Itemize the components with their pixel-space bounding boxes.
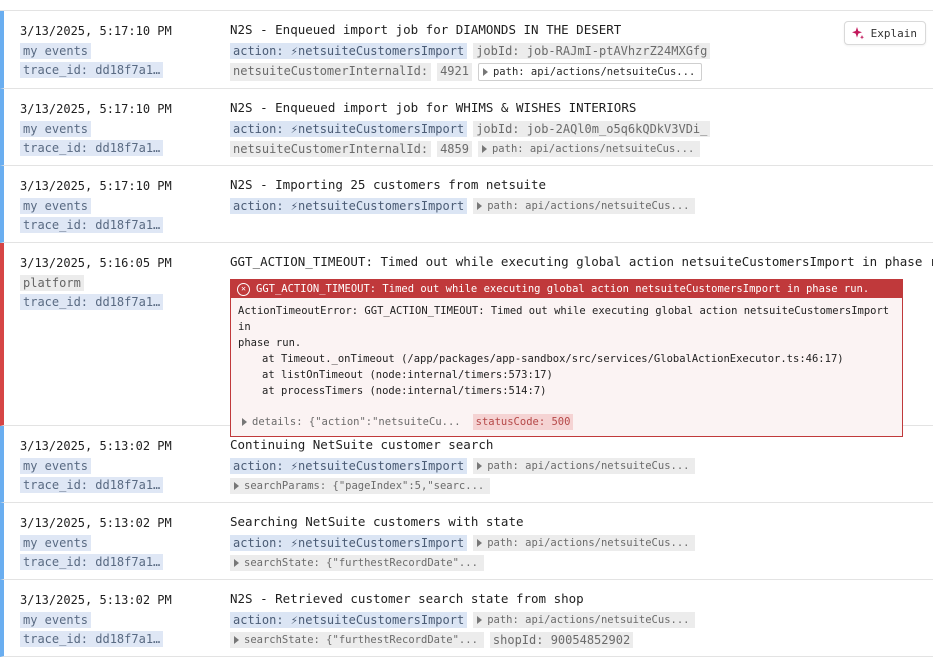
log-meta: 3/13/2025, 5:17:10 PM my events trace_id…	[20, 100, 220, 156]
log-message: N2S - Retrieved customer search state fr…	[230, 591, 584, 606]
explain-label: Explain	[870, 26, 917, 40]
log-timestamp: 3/13/2025, 5:13:02 PM	[20, 516, 172, 530]
trace-id-badge[interactable]: trace_id: dd18f7a1…	[20, 140, 164, 156]
log-list: 3/13/2025, 5:17:10 PM my events trace_id…	[0, 11, 933, 657]
customer-internal-id-value[interactable]: 4921	[437, 63, 472, 81]
error-panel: ✕ GGT_ACTION_TIMEOUT: Timed out while ex…	[230, 279, 903, 437]
stack-frame: at listOnTimeout (node:internal/timers:5…	[262, 369, 553, 381]
error-title: GGT_ACTION_TIMEOUT: Timed out while exec…	[256, 283, 870, 295]
action-chip[interactable]: action: ⚡netsuiteCustomersImport	[230, 121, 468, 137]
log-meta: 3/13/2025, 5:13:02 PM my events trace_id…	[20, 437, 220, 493]
log-timestamp: 3/13/2025, 5:16:05 PM	[20, 256, 172, 270]
caret-right-icon	[481, 145, 487, 153]
customer-internal-id-chip[interactable]: netsuiteCustomerInternalId:	[230, 63, 432, 81]
source-badge[interactable]: my events	[20, 535, 92, 551]
log-row[interactable]: 3/13/2025, 5:17:10 PM my events trace_id…	[0, 89, 933, 166]
log-message: N2S - Importing 25 customers from netsui…	[230, 177, 547, 192]
error-body: ActionTimeoutError: GGT_ACTION_TIMEOUT: …	[231, 298, 902, 402]
log-timestamp: 3/13/2025, 5:13:02 PM	[20, 439, 172, 453]
log-meta: 3/13/2025, 5:13:02 PM my events trace_id…	[20, 514, 220, 570]
sparkle-icon	[851, 26, 865, 40]
search-state-expander[interactable]: searchState: {"furthestRecordDate"...	[230, 555, 484, 571]
caret-right-icon	[482, 68, 488, 76]
log-message: N2S - Enqueued import job for DIAMONDS I…	[230, 22, 622, 37]
source-badge[interactable]: my events	[20, 43, 92, 59]
action-chip[interactable]: action: ⚡netsuiteCustomersImport	[230, 43, 468, 59]
log-meta: 3/13/2025, 5:17:10 PM my events trace_id…	[20, 22, 220, 78]
log-row[interactable]: 3/13/2025, 5:13:02 PM my events trace_id…	[0, 580, 933, 657]
log-row[interactable]: 3/13/2025, 5:13:02 PM my events trace_id…	[0, 426, 933, 503]
source-badge[interactable]: platform	[20, 275, 84, 291]
log-meta: 3/13/2025, 5:17:10 PM my events trace_id…	[20, 177, 220, 233]
search-state-label: searchState: {"furthestRecordDate"...	[244, 634, 478, 646]
action-chip[interactable]: action: ⚡netsuiteCustomersImport	[230, 535, 468, 551]
caret-right-icon	[477, 202, 483, 210]
path-label: path: api/actions/netsuiteCus...	[487, 460, 690, 472]
path-expander[interactable]: path: api/actions/netsuiteCus...	[473, 458, 696, 474]
path-expander[interactable]: path: api/actions/netsuiteCus...	[473, 535, 696, 551]
path-expander[interactable]: path: api/actions/netsuiteCus...	[473, 198, 696, 214]
caret-right-icon	[234, 559, 239, 567]
caret-right-icon	[234, 636, 239, 644]
explain-button[interactable]: Explain	[843, 21, 926, 45]
log-message: Searching NetSuite customers with state	[230, 514, 524, 529]
action-chip[interactable]: action: ⚡netsuiteCustomersImport	[230, 612, 468, 628]
caret-right-icon	[477, 539, 483, 547]
trace-id-badge[interactable]: trace_id: dd18f7a1…	[20, 631, 164, 647]
path-expander[interactable]: path: api/actions/netsuiteCus...	[473, 612, 696, 628]
customer-internal-id-chip[interactable]: netsuiteCustomerInternalId:	[230, 141, 432, 157]
path-label: path: api/actions/netsuiteCus...	[487, 200, 690, 212]
trace-id-badge[interactable]: trace_id: dd18f7a1…	[20, 554, 164, 570]
path-label: path: api/actions/netsuiteCus...	[492, 66, 696, 78]
path-label: path: api/actions/netsuiteCus...	[487, 614, 690, 626]
source-badge[interactable]: my events	[20, 198, 92, 214]
error-line: phase run.	[238, 337, 302, 349]
caret-right-icon	[477, 462, 483, 470]
trace-id-badge[interactable]: trace_id: dd18f7a1…	[20, 477, 164, 493]
trace-id-badge[interactable]: trace_id: dd18f7a1…	[20, 294, 164, 310]
trace-id-badge[interactable]: trace_id: dd18f7a1…	[20, 217, 164, 233]
log-row[interactable]: 3/13/2025, 5:13:02 PM my events trace_id…	[0, 503, 933, 580]
path-expander[interactable]: path: api/actions/netsuiteCus...	[477, 141, 701, 157]
log-timestamp: 3/13/2025, 5:17:10 PM	[20, 102, 172, 116]
error-x-icon: ✕	[237, 282, 250, 296]
source-badge[interactable]: my events	[20, 121, 92, 137]
action-chip[interactable]: action: ⚡netsuiteCustomersImport	[230, 458, 468, 474]
stack-frame: at Timeout._onTimeout (/app/packages/app…	[262, 353, 844, 365]
log-row-error[interactable]: 3/13/2025, 5:16:05 PM platform trace_id:…	[0, 243, 933, 437]
caret-right-icon	[477, 616, 483, 624]
caret-right-icon	[242, 418, 247, 426]
search-params-expander[interactable]: searchParams: {"pageIndex":5,"searc...	[230, 478, 491, 494]
log-message: N2S - Enqueued import job for WHIMS & WI…	[230, 100, 637, 115]
action-chip[interactable]: action: ⚡netsuiteCustomersImport	[230, 198, 468, 214]
shop-id-chip[interactable]: shopId: 90054852902	[489, 632, 634, 648]
job-id-chip[interactable]: jobId: job-RAJmI-ptAVhzrZ24MXGfg	[473, 43, 711, 59]
log-timestamp: 3/13/2025, 5:13:02 PM	[20, 593, 172, 607]
customer-internal-id-value[interactable]: 4859	[437, 141, 472, 157]
log-timestamp: 3/13/2025, 5:17:10 PM	[20, 179, 172, 193]
path-label: path: api/actions/netsuiteCus...	[491, 143, 695, 155]
path-label: path: api/actions/netsuiteCus...	[487, 537, 690, 549]
log-meta: 3/13/2025, 5:13:02 PM my events trace_id…	[20, 591, 220, 647]
source-badge[interactable]: my events	[20, 458, 92, 474]
top-divider	[0, 0, 933, 11]
stack-frame: at processTimers (node:internal/timers:5…	[262, 385, 547, 397]
source-badge[interactable]: my events	[20, 612, 92, 628]
search-state-label: searchState: {"furthestRecordDate"...	[244, 557, 478, 569]
path-expander[interactable]: path: api/actions/netsuiteCus...	[477, 63, 703, 81]
log-message: Continuing NetSuite customer search	[230, 437, 494, 452]
caret-right-icon	[234, 482, 239, 490]
search-params-label: searchParams: {"pageIndex":5,"searc...	[244, 480, 485, 492]
log-message: GGT_ACTION_TIMEOUT: Timed out while exec…	[230, 254, 933, 269]
log-meta: 3/13/2025, 5:16:05 PM platform trace_id:…	[20, 254, 220, 310]
log-row[interactable]: 3/13/2025, 5:17:10 PM my events trace_id…	[0, 166, 933, 243]
log-timestamp: 3/13/2025, 5:17:10 PM	[20, 24, 172, 38]
search-state-expander[interactable]: searchState: {"furthestRecordDate"...	[230, 632, 484, 648]
error-line: ActionTimeoutError: GGT_ACTION_TIMEOUT: …	[238, 305, 890, 333]
error-header: ✕ GGT_ACTION_TIMEOUT: Timed out while ex…	[231, 280, 902, 298]
trace-id-badge[interactable]: trace_id: dd18f7a1…	[20, 62, 164, 78]
job-id-chip[interactable]: jobId: job-2AQl0m_o5q6kQDkV3VDi_	[473, 121, 711, 137]
log-row[interactable]: 3/13/2025, 5:17:10 PM my events trace_id…	[0, 11, 933, 89]
